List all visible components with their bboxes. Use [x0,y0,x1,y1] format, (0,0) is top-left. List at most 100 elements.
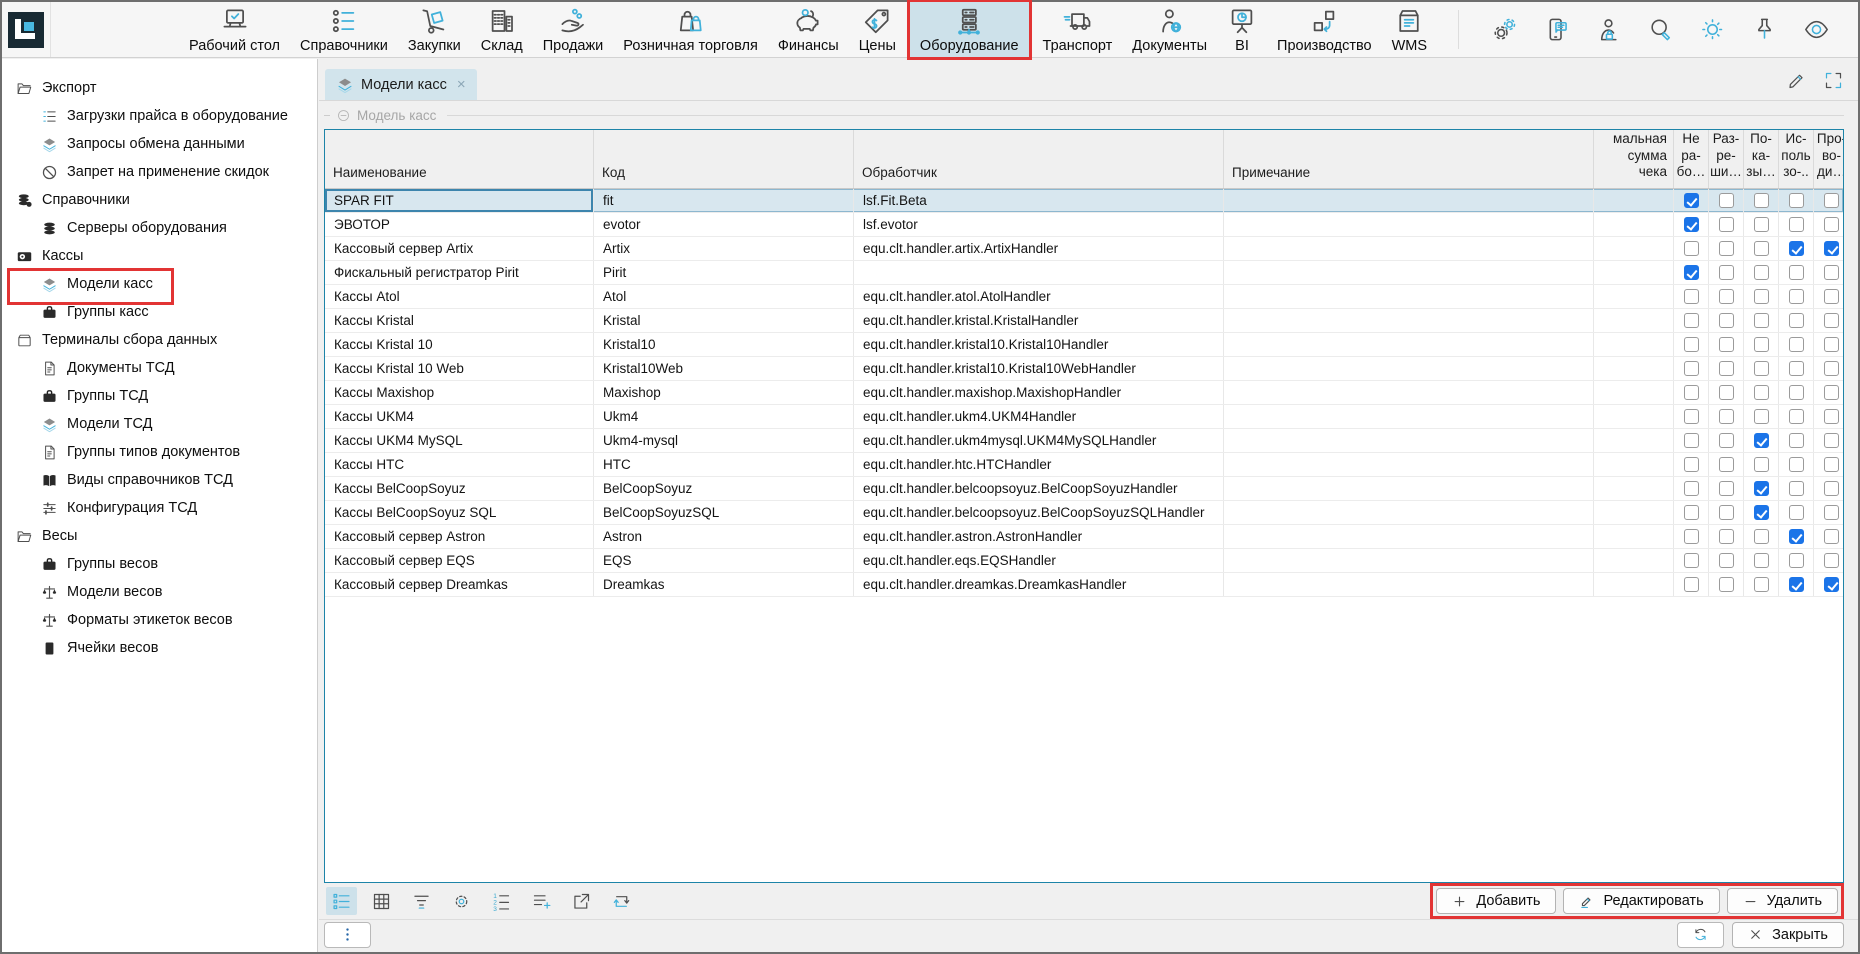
cell-max_sum[interactable] [1594,549,1674,572]
cell-note[interactable] [1224,357,1594,380]
checkbox-f4-unchecked[interactable] [1824,265,1839,280]
checkbox-f3-unchecked[interactable] [1789,313,1804,328]
checkbox-f4-checked[interactable] [1824,241,1839,256]
cell-name[interactable]: Кассовый сервер Artix [325,237,594,260]
cell-max_sum[interactable] [1594,405,1674,428]
checkbox-f2-unchecked[interactable] [1754,313,1769,328]
sidebar-item-15[interactable]: Конфигурация ТСД [2,494,317,522]
sidebar-item-18[interactable]: Модели весов [2,578,317,606]
checkbox-f3-checked[interactable] [1789,529,1804,544]
cell-note[interactable] [1224,405,1594,428]
checkbox-f1-unchecked[interactable] [1719,529,1734,544]
sidebar-item-13[interactable]: Группы типов документов [2,438,317,466]
cell-note[interactable] [1224,429,1594,452]
sidebar-item-20[interactable]: Ячейки весов [2,634,317,662]
checkbox-f1-unchecked[interactable] [1719,409,1734,424]
cell-note[interactable] [1224,549,1594,572]
sidebar-item-6[interactable]: Кассы [2,242,317,270]
checkbox-f2-unchecked[interactable] [1754,337,1769,352]
table-row[interactable]: Кассы UKM4 MySQLUkm4-mysqlequ.clt.handle… [325,429,1843,453]
table-row[interactable]: Кассы KristalKristalequ.clt.handler.kris… [325,309,1843,333]
checkbox-f0-unchecked[interactable] [1684,577,1699,592]
checkbox-f2-unchecked[interactable] [1754,289,1769,304]
cell-name[interactable]: Кассы Kristal [325,309,594,332]
cell-max_sum[interactable] [1594,237,1674,260]
topbar-item-desktop[interactable]: Рабочий стол [179,2,290,57]
checkbox-f4-unchecked[interactable] [1824,193,1839,208]
cell-note[interactable] [1224,189,1594,212]
checkbox-f4-unchecked[interactable] [1824,313,1839,328]
table-row[interactable]: ЭВОТОРevotorlsf.evotor [325,213,1843,237]
table-row[interactable]: SPAR FITfitlsf.Fit.Beta [325,189,1843,213]
topbar-brightness-button[interactable] [1699,16,1726,43]
column-header-f3[interactable]: Ис- поль зо-.. [1779,130,1814,188]
cell-handler[interactable] [854,261,1224,284]
checkbox-f0-unchecked[interactable] [1684,529,1699,544]
table-row[interactable]: Кассы MaxishopMaxishopequ.clt.handler.ma… [325,381,1843,405]
cell-max_sum[interactable] [1594,573,1674,596]
cell-code[interactable]: fit [594,189,854,212]
sidebar-item-9[interactable]: Терминалы сбора данных [2,326,317,354]
topbar-profile-button[interactable] [1595,16,1622,43]
checkbox-f2-checked[interactable] [1754,433,1769,448]
checkbox-f2-unchecked[interactable] [1754,553,1769,568]
topbar-item-purchases[interactable]: Закупки [398,2,471,57]
topbar-item-equipment[interactable]: Оборудование [910,2,1029,57]
cell-name[interactable]: Кассы BelCoopSoyuz SQL [325,501,594,524]
cell-name[interactable]: ЭВОТОР [325,213,594,236]
cell-name[interactable]: Кассы Kristal 10 [325,333,594,356]
checkbox-f4-unchecked[interactable] [1824,217,1839,232]
checkbox-f2-checked[interactable] [1754,505,1769,520]
checkbox-f0-unchecked[interactable] [1684,481,1699,496]
cell-name[interactable]: Кассы HTC [325,453,594,476]
cell-code[interactable]: Maxishop [594,381,854,404]
grid-tool-add-rows-button[interactable] [526,887,557,915]
topbar-item-production[interactable]: Производство [1267,2,1382,57]
checkbox-f1-unchecked[interactable] [1719,577,1734,592]
table-row[interactable]: Кассы HTCHTCequ.clt.handler.htc.HTCHandl… [325,453,1843,477]
checkbox-f2-unchecked[interactable] [1754,361,1769,376]
checkbox-f1-unchecked[interactable] [1719,385,1734,400]
checkbox-f1-unchecked[interactable] [1719,217,1734,232]
cell-max_sum[interactable] [1594,381,1674,404]
cell-code[interactable]: Ukm4-mysql [594,429,854,452]
checkbox-f3-unchecked[interactable] [1789,385,1804,400]
checkbox-f4-unchecked[interactable] [1824,505,1839,520]
checkbox-f4-unchecked[interactable] [1824,289,1839,304]
checkbox-f1-unchecked[interactable] [1719,289,1734,304]
refresh-button[interactable] [1677,922,1724,948]
topbar-item-finance[interactable]: Финансы [768,2,849,57]
checkbox-f0-checked[interactable] [1684,265,1699,280]
sidebar-item-12[interactable]: Модели ТСД [2,410,317,438]
cell-max_sum[interactable] [1594,285,1674,308]
cell-code[interactable]: Kristal10 [594,333,854,356]
tab-cash-register-models[interactable]: Модели касс × [325,69,477,100]
checkbox-f3-unchecked[interactable] [1789,217,1804,232]
cell-code[interactable]: Astron [594,525,854,548]
column-header-f4[interactable]: Про- во- ди… [1814,130,1844,188]
checkbox-f2-unchecked[interactable] [1754,577,1769,592]
checkbox-f3-unchecked[interactable] [1789,505,1804,520]
checkbox-f0-unchecked[interactable] [1684,409,1699,424]
topbar-item-transport[interactable]: Транспорт [1033,2,1123,57]
cell-max_sum[interactable] [1594,357,1674,380]
more-options-button[interactable] [324,922,371,948]
cell-note[interactable] [1224,381,1594,404]
checkbox-f2-unchecked[interactable] [1754,457,1769,472]
sidebar-item-3[interactable]: Запрет на применение скидок [2,158,317,186]
sidebar-item-1[interactable]: Загрузки прайса в оборудование [2,102,317,130]
topbar-settings-button[interactable] [1491,16,1518,43]
cell-max_sum[interactable] [1594,453,1674,476]
sidebar-item-4[interactable]: Справочники [2,186,317,214]
cell-handler[interactable]: equ.clt.handler.belcoopsoyuz.BelCoopSoyu… [854,477,1224,500]
cell-note[interactable] [1224,213,1594,236]
cell-code[interactable]: Kristal10Web [594,357,854,380]
table-row[interactable]: Кассы AtolAtolequ.clt.handler.atol.AtolH… [325,285,1843,309]
column-header-note[interactable]: Примечание [1224,130,1594,188]
checkbox-f3-unchecked[interactable] [1789,481,1804,496]
cell-handler[interactable]: equ.clt.handler.atol.AtolHandler [854,285,1224,308]
cell-max_sum[interactable] [1594,261,1674,284]
grid-tool-filter-button[interactable] [406,887,437,915]
checkbox-f3-unchecked[interactable] [1789,193,1804,208]
topbar-messages-button[interactable] [1543,16,1570,43]
